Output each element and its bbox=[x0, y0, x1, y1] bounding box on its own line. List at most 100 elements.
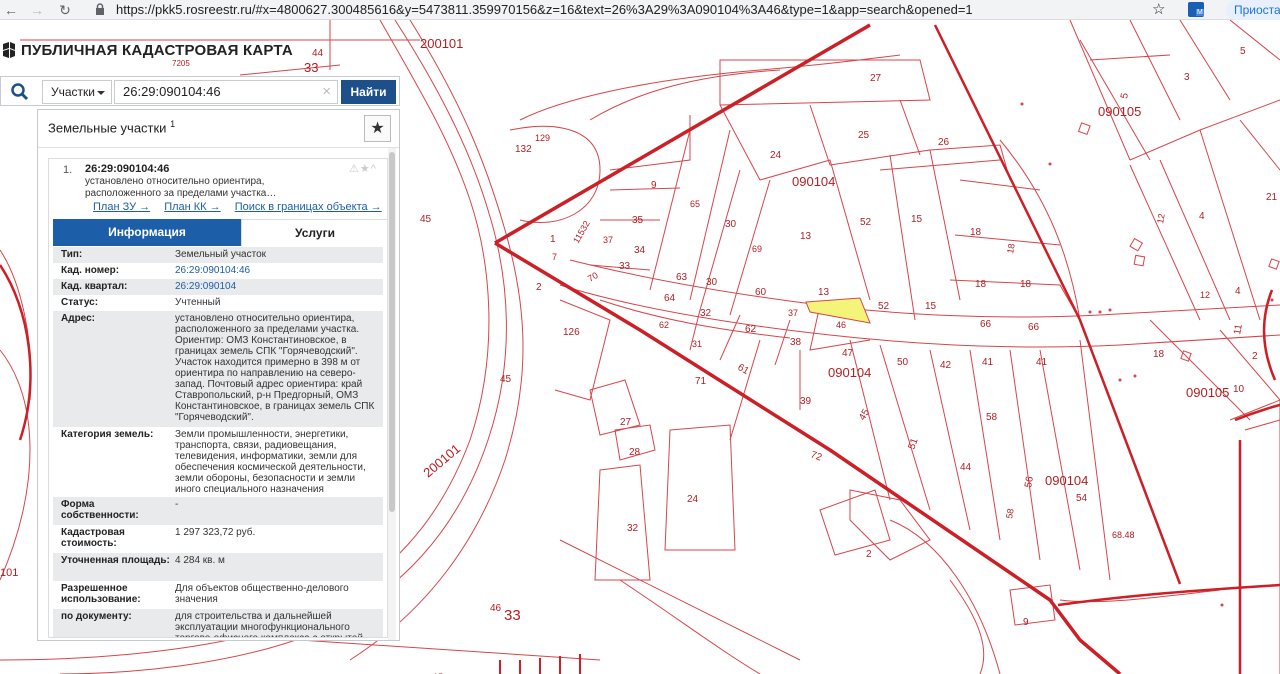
link-search-in-bounds[interactable]: Поиск в границах объекта → bbox=[235, 201, 382, 213]
small-building bbox=[1129, 237, 1144, 252]
result-cad-number[interactable]: 26:29:090104:46 bbox=[85, 163, 169, 175]
close-icon[interactable]: × bbox=[322, 81, 331, 103]
parcel-label: 66 bbox=[980, 319, 992, 330]
parcel-label: 12 bbox=[1155, 213, 1167, 225]
parcel-label: 45 bbox=[500, 374, 512, 385]
parcel-label: 9 bbox=[1023, 617, 1029, 628]
parcel-label: 3 bbox=[1184, 72, 1190, 83]
parcel-label: 61 bbox=[736, 362, 752, 377]
search-icon[interactable] bbox=[11, 83, 29, 101]
parcel-label: 15 bbox=[911, 214, 923, 225]
parcel-label: 58 bbox=[1004, 508, 1016, 520]
parcel-label: 7 bbox=[552, 252, 557, 262]
parcel-label: 25 bbox=[858, 130, 870, 141]
parcel-label: 28 bbox=[629, 447, 641, 458]
parcel-label: 7205 bbox=[172, 59, 190, 68]
parcel-label: 39 bbox=[800, 396, 812, 407]
info-row-cad-value: Кадастровая стоимость: 1 297 323,72 руб. bbox=[61, 527, 256, 549]
info-row-area: Уточненная площадь: 4 284 кв. м bbox=[53, 553, 383, 581]
link-plan-kk[interactable]: План КК → bbox=[164, 201, 220, 213]
scrollbar-thumb[interactable] bbox=[389, 152, 395, 512]
parcel-label: 200101 bbox=[420, 441, 463, 480]
parcel-label: 64 bbox=[664, 293, 676, 304]
parcel-label: 35 bbox=[632, 215, 644, 226]
parcel-label: 44 bbox=[960, 462, 972, 473]
boundary-line bbox=[1057, 583, 1280, 607]
parcel-label: 129 bbox=[535, 133, 550, 143]
lock-icon bbox=[96, 3, 104, 15]
parcel-label: 18 bbox=[1020, 279, 1032, 290]
parcel-label: 24 bbox=[770, 150, 782, 161]
tab-information[interactable]: Информация bbox=[53, 219, 241, 246]
parcel-label: 66 bbox=[1028, 322, 1040, 333]
parcel-line bbox=[729, 339, 1111, 581]
address-bar[interactable]: https://pkk5.rosreestr.ru/#x=4800627.300… bbox=[116, 2, 973, 17]
panel-scrollbar[interactable] bbox=[388, 148, 396, 640]
parcel-label: 50 bbox=[897, 357, 909, 368]
parcel-label: 30 bbox=[706, 277, 718, 288]
parcel-label: 090105 bbox=[1186, 385, 1229, 400]
favorite-star-button[interactable]: ★ bbox=[364, 115, 391, 142]
search-input[interactable]: 26:29:090104:46 × bbox=[114, 80, 338, 104]
parcel-label: 31 bbox=[692, 339, 702, 349]
parcel-line bbox=[619, 579, 761, 674]
browser-toolbar: ← → ↻ https://pkk5.rosreestr.ru/#x=48006… bbox=[0, 0, 1280, 20]
parcel-label: 41 bbox=[982, 357, 994, 368]
result-number: 1. bbox=[63, 164, 73, 176]
building-lines bbox=[499, 654, 581, 674]
parcel-label: 26 bbox=[938, 137, 950, 148]
parcel-line bbox=[1149, 319, 1280, 421]
info-row-land-category: Категория земель: Земли промышленности, … bbox=[61, 429, 366, 495]
parcel-line bbox=[719, 59, 931, 106]
parcel-line bbox=[559, 539, 801, 661]
parcel-label: 11532 bbox=[571, 219, 592, 245]
back-icon[interactable]: ← bbox=[2, 1, 20, 19]
boundary-line bbox=[1234, 403, 1280, 422]
small-building bbox=[1268, 258, 1280, 270]
parcel-line bbox=[819, 489, 891, 556]
parcel-line bbox=[1069, 20, 1280, 161]
parcel-label: 090105 bbox=[1098, 104, 1141, 119]
parcel-label: 33 bbox=[619, 261, 631, 272]
parcel-label: 45 bbox=[420, 214, 432, 225]
road-line bbox=[0, 349, 31, 581]
parcel-label: 12 bbox=[1200, 290, 1210, 300]
parcel-label: 18 bbox=[1153, 349, 1165, 360]
result-card: 1. 26:29:090104:46 установлено относител… bbox=[48, 158, 388, 638]
search-type-select[interactable]: Участки bbox=[42, 80, 112, 104]
parcel-label: 18 bbox=[1005, 243, 1017, 255]
parcel-label: 69 bbox=[752, 244, 762, 254]
info-row-status: Статус: Учтенный bbox=[61, 297, 221, 308]
parcel-line bbox=[849, 489, 931, 561]
parcel-label: 15 bbox=[925, 301, 937, 312]
parcel-label: 11 bbox=[1232, 323, 1245, 336]
parcel-label: 27 bbox=[870, 73, 882, 84]
parcel-line bbox=[1009, 584, 1056, 626]
reload-icon[interactable]: ↻ bbox=[56, 1, 74, 19]
forward-icon[interactable]: → bbox=[28, 1, 46, 19]
parcel-line bbox=[759, 149, 961, 321]
parcel-label: 46 bbox=[490, 603, 502, 614]
boundary-line bbox=[494, 241, 1122, 674]
parcel-label: 70 bbox=[586, 270, 600, 284]
paused-button[interactable]: Приостан bbox=[1226, 0, 1280, 20]
bookmark-star-icon[interactable]: ☆ bbox=[1152, 0, 1165, 18]
parcel-label: 34 bbox=[634, 245, 646, 256]
parcel-label: 37 bbox=[603, 235, 613, 245]
parcel-label: 5 bbox=[1119, 92, 1131, 100]
results-panel: Земельные участки 1 ★ 1. 26:29:090104:46… bbox=[37, 109, 400, 641]
boundary-line bbox=[0, 264, 32, 441]
parcel-label: 46 bbox=[836, 320, 846, 330]
link-plan-zu[interactable]: План ЗУ → bbox=[93, 201, 150, 213]
parcel-label: 13 bbox=[818, 287, 830, 298]
parcel-label: 2 bbox=[1252, 351, 1258, 362]
result-short-desc: установлено относительно ориентира, расп… bbox=[85, 176, 277, 199]
parcel-label: 41 bbox=[1036, 357, 1048, 368]
result-action-icons[interactable]: ⚠★^ bbox=[349, 162, 377, 175]
tab-services[interactable]: Услуги bbox=[241, 219, 387, 246]
boundary-line bbox=[494, 23, 871, 245]
parcel-line bbox=[299, 639, 601, 661]
find-button[interactable]: Найти bbox=[341, 80, 396, 104]
result-tabs: Информация Услуги bbox=[53, 219, 387, 246]
parcel-label: 101 bbox=[0, 567, 18, 579]
